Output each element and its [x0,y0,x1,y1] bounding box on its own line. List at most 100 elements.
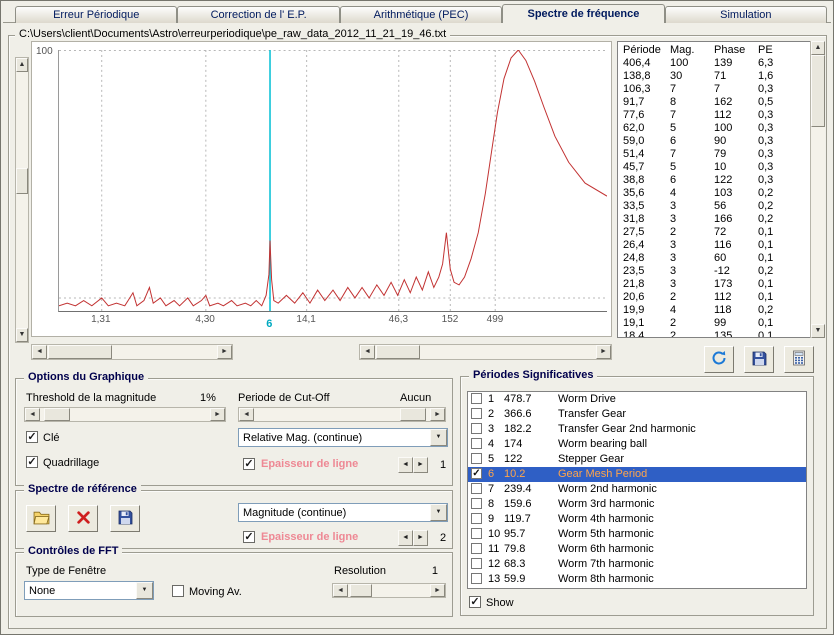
period-row-1[interactable]: 1 478.7 Worm Drive [468,392,806,407]
table-scrollbar[interactable]: ▲ ▼ [810,41,825,338]
scroll-down-icon[interactable]: ▼ [811,324,825,338]
slider-left-icon[interactable]: ◄ [239,408,254,421]
scroll-down-icon[interactable]: ▼ [16,328,28,342]
table-row[interactable]: 51,4 7 79 0,3 [618,148,809,161]
table-row[interactable]: 91,7 8 162 0,5 [618,96,809,109]
slider-right-icon[interactable]: ► [430,408,445,421]
quadrillage-checkbox[interactable]: ✓ [26,456,38,468]
line-width-checkbox[interactable]: ✓ [243,458,255,470]
scroll-up-icon[interactable]: ▲ [811,41,825,55]
window-type-dropdown[interactable]: None ▼ [24,581,154,600]
tab-erreur-périodique[interactable]: Erreur Périodique [15,6,178,23]
table-row[interactable]: 24,8 3 60 0,1 [618,252,809,265]
tab-correction-de-l-e-p-[interactable]: Correction de l' E.P. [177,6,340,23]
period-checkbox[interactable] [471,453,482,464]
scrollbar-thumb[interactable] [48,345,112,359]
period-checkbox[interactable] [471,528,482,539]
table-row[interactable]: 18,4 2 135 0,1 [618,330,809,337]
period-row-8[interactable]: 8 159.6 Worm 3rd harmonic [468,497,806,512]
period-checkbox[interactable] [471,408,482,419]
table-row[interactable]: 26,4 3 116 0,1 [618,239,809,252]
period-checkbox[interactable] [471,393,482,404]
save-table-button[interactable] [744,346,774,373]
open-reference-button[interactable] [26,505,56,532]
period-row-6[interactable]: ✓ 6 10.2 Gear Mesh Period [468,467,806,482]
scrollbar-track[interactable] [16,72,28,328]
chevron-down-icon[interactable]: ▼ [136,582,153,599]
table-row[interactable]: 38,8 6 122 0,3 [618,174,809,187]
moving-average-checkbox[interactable] [172,585,184,597]
refresh-button[interactable] [704,346,734,373]
period-row-10[interactable]: 10 95.7 Worm 5th harmonic [468,527,806,542]
cutoff-slider[interactable]: ◄ ► [238,407,446,422]
ref-line-width-checkbox[interactable]: ✓ [243,531,255,543]
table-row[interactable]: 35,6 4 103 0,2 [618,187,809,200]
table-row[interactable]: 20,6 2 112 0,1 [618,291,809,304]
slider-right-icon[interactable]: ► [430,584,445,597]
line-width-decrease-button[interactable]: ◄ [398,457,413,473]
period-checkbox[interactable] [471,543,482,554]
table-row[interactable]: 138,8 30 71 1,6 [618,70,809,83]
threshold-slider[interactable]: ◄ ► [24,407,226,422]
period-row-3[interactable]: 3 182.2 Transfer Gear 2nd harmonic [468,422,806,437]
scrollbar-track[interactable] [375,345,596,359]
scroll-left-icon[interactable]: ◄ [32,345,47,359]
period-checkbox[interactable] [471,573,482,584]
reference-mag-dropdown[interactable]: Magnitude (continue) ▼ [238,503,448,522]
chart-vscrollbar[interactable]: ▲ ▼ [15,57,29,343]
table-row[interactable]: 62,0 5 100 0,3 [618,122,809,135]
slider-right-icon[interactable]: ► [210,408,225,421]
chevron-down-icon[interactable]: ▼ [430,504,447,521]
scroll-right-icon[interactable]: ► [217,345,232,359]
scrollbar-track[interactable] [47,345,217,359]
period-checkbox[interactable] [471,423,482,434]
relative-mag-dropdown[interactable]: Relative Mag. (continue) ▼ [238,428,448,447]
delete-reference-button[interactable] [68,505,98,532]
table-row[interactable]: 23,5 3 -12 0,2 [618,265,809,278]
report-button[interactable] [784,346,814,373]
tab-simulation[interactable]: Simulation [664,6,828,23]
resolution-slider[interactable]: ◄ ► [332,583,446,598]
slider-left-icon[interactable]: ◄ [25,408,40,421]
slider-track[interactable] [348,584,430,597]
ref-line-width-decrease-button[interactable]: ◄ [398,530,413,546]
table-row[interactable]: 106,3 7 7 0,3 [618,83,809,96]
table-row[interactable]: 406,4 100 139 6,3 [618,57,809,70]
period-row-12[interactable]: 12 68.3 Worm 7th harmonic [468,557,806,572]
show-checkbox[interactable]: ✓ [469,596,481,608]
period-checkbox[interactable] [471,483,482,494]
period-row-7[interactable]: 7 239.4 Worm 2nd harmonic [468,482,806,497]
ref-line-width-increase-button[interactable]: ► [413,530,428,546]
period-checkbox[interactable] [471,498,482,509]
period-row-13[interactable]: 13 59.9 Worm 8th harmonic [468,572,806,587]
period-row-2[interactable]: 2 366.6 Transfer Gear [468,407,806,422]
slider-left-icon[interactable]: ◄ [333,584,348,597]
table-row[interactable]: 33,5 3 56 0,2 [618,200,809,213]
line-width-increase-button[interactable]: ► [413,457,428,473]
period-row-9[interactable]: 9 119.7 Worm 4th harmonic [468,512,806,527]
scroll-right-icon[interactable]: ► [596,345,611,359]
tab-arithmétique-pec-[interactable]: Arithmétique (PEC) [339,6,503,23]
table-row[interactable]: 27,5 2 72 0,1 [618,226,809,239]
save-reference-button[interactable] [110,505,140,532]
slider-thumb[interactable] [44,408,70,421]
table-row[interactable]: 21,8 3 173 0,1 [618,278,809,291]
period-checkbox[interactable]: ✓ [471,468,482,479]
tab-spectre-de-fréquence[interactable]: Spectre de fréquence [502,4,665,23]
period-row-5[interactable]: 5 122 Stepper Gear [468,452,806,467]
period-checkbox[interactable] [471,558,482,569]
scrollbar-thumb[interactable] [811,55,825,127]
period-row-4[interactable]: 4 174 Worm bearing ball [468,437,806,452]
table-row[interactable]: 45,7 5 10 0,3 [618,161,809,174]
cle-checkbox[interactable]: ✓ [26,431,38,443]
table-row[interactable]: 19,9 4 118 0,2 [618,304,809,317]
scroll-left-icon[interactable]: ◄ [360,345,375,359]
slider-track[interactable] [40,408,210,421]
period-checkbox[interactable] [471,513,482,524]
chart-hscrollbar-left[interactable]: ◄ ► [31,344,233,360]
slider-thumb[interactable] [400,408,426,421]
period-row-11[interactable]: 11 79.8 Worm 6th harmonic [468,542,806,557]
slider-track[interactable] [254,408,430,421]
scroll-up-icon[interactable]: ▲ [16,58,28,72]
table-row[interactable]: 19,1 2 99 0,1 [618,317,809,330]
